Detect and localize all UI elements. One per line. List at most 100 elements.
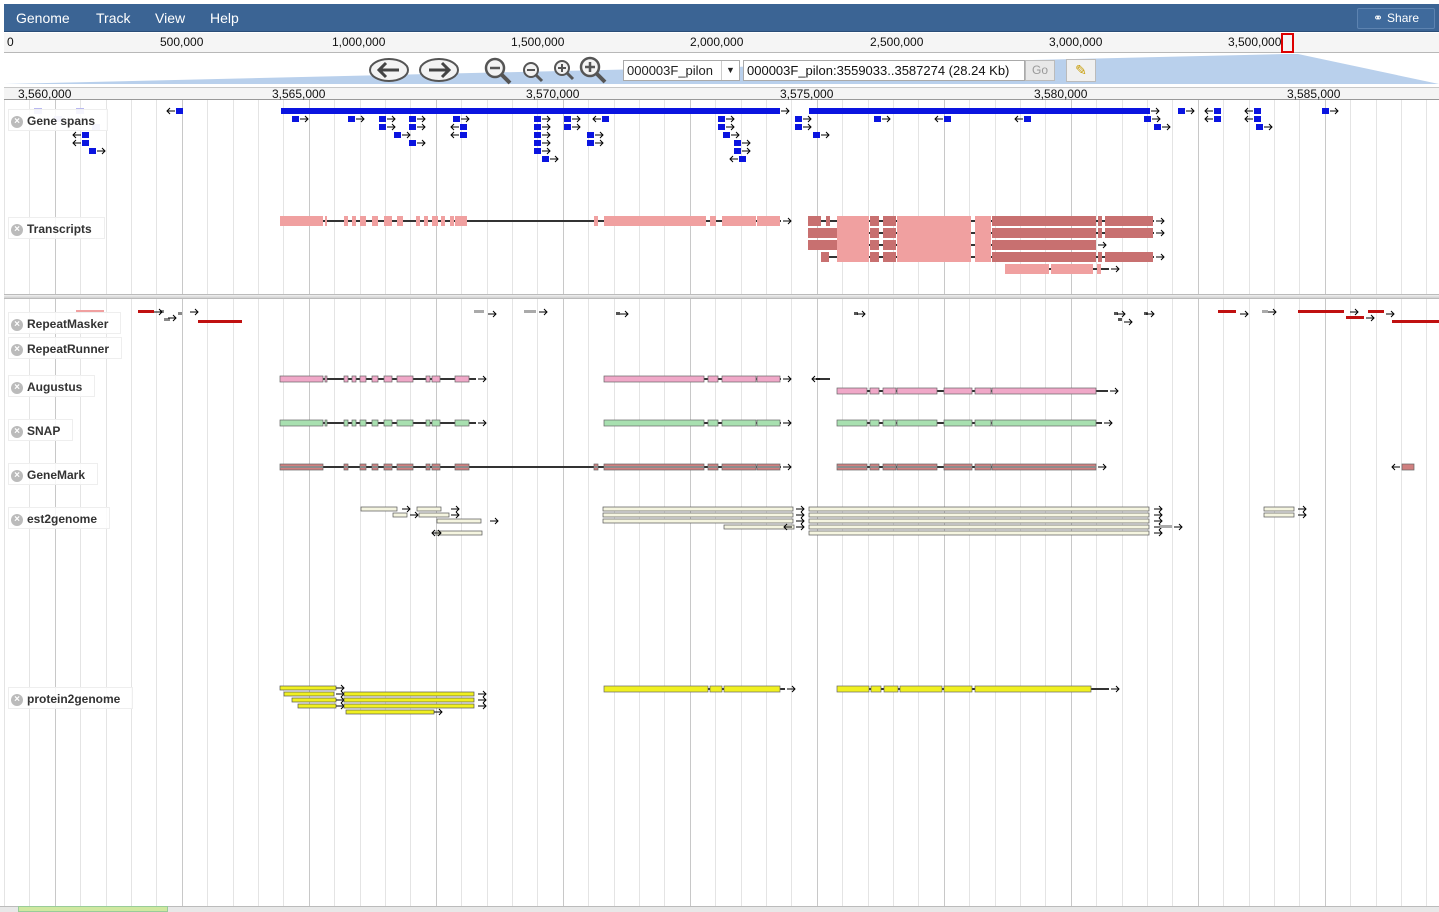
gene-span-block[interactable] [460,124,467,130]
predicted-exon[interactable] [896,419,938,427]
gene-span-block[interactable] [1144,116,1151,122]
gene-span-block[interactable] [874,116,881,122]
transcript-exon[interactable] [883,240,896,250]
repeat-feature[interactable] [178,312,182,315]
predicted-exon-stripe[interactable] [455,466,469,468]
transcript-exon[interactable] [384,216,392,226]
gene-span-block[interactable] [1178,108,1185,114]
transcript-exon[interactable] [450,216,454,226]
repeat-feature[interactable] [1346,316,1364,319]
gene-span-block[interactable] [82,132,89,138]
predicted-exon[interactable] [1401,463,1415,471]
transcript-exon[interactable] [808,216,821,226]
footer-tab[interactable] [18,906,168,912]
predicted-exon[interactable] [383,375,393,383]
predicted-exon-stripe[interactable] [992,466,1096,468]
gene-span-block[interactable] [460,132,467,138]
repeat-feature[interactable] [1118,318,1122,321]
protein-alignment[interactable] [279,685,337,691]
est-alignment[interactable] [808,506,1150,512]
track-genemark[interactable]: × GeneMark [8,463,99,485]
gene-span-block[interactable] [409,116,416,122]
predicted-exon[interactable] [943,387,973,395]
est-alignment[interactable] [808,530,1150,536]
predicted-exon-stripe[interactable] [944,466,972,468]
predicted-exon[interactable] [943,419,973,427]
transcript-exon[interactable] [432,216,438,226]
transcript-exon[interactable] [992,240,1096,250]
repeat-feature[interactable] [524,310,536,313]
est-alignment[interactable] [392,512,408,518]
go-button[interactable]: Go [1025,60,1055,81]
predicted-exon[interactable] [603,685,709,693]
transcript-exon[interactable] [826,216,830,226]
predicted-exon[interactable] [836,685,870,693]
repeat-feature[interactable] [1392,320,1439,323]
gene-span-block[interactable] [409,140,416,146]
gene-span-block[interactable] [394,132,401,138]
est-alignment[interactable] [435,530,483,536]
menu-view[interactable]: View [149,4,191,32]
predicted-exon[interactable] [431,419,441,427]
overview-ruler[interactable]: 0 500,000 1,000,000 1,500,000 2,000,000 … [4,33,1439,53]
gene-span-block[interactable] [1214,108,1221,114]
gene-span[interactable] [281,108,780,114]
repeat-feature[interactable] [138,310,154,313]
predicted-exon[interactable] [870,685,882,693]
gene-span-block[interactable] [1256,124,1263,130]
track-transcripts[interactable]: × Transcripts [8,217,105,239]
transcript-exon[interactable] [837,216,869,262]
highlight-button[interactable]: ✎ [1066,59,1096,82]
transcript-exon[interactable] [897,216,971,262]
repeat-feature[interactable] [1218,310,1236,313]
gene-span-block[interactable] [176,108,183,114]
transcript-exon[interactable] [1098,216,1102,226]
gene-span-block[interactable] [1254,116,1261,122]
predicted-exon[interactable] [721,419,757,427]
protein-alignment[interactable] [343,691,475,697]
predicted-exon[interactable] [991,387,1097,395]
predicted-exon[interactable] [371,419,379,427]
gene-span-block[interactable] [1154,124,1161,130]
transcript-exon[interactable] [1098,228,1102,238]
predicted-exon-stripe[interactable] [384,466,392,468]
pan-right-button[interactable] [418,56,460,84]
predicted-exon[interactable] [371,375,379,383]
transcript-exon[interactable] [1005,264,1049,274]
est-alignment[interactable] [360,506,398,512]
predicted-exon[interactable] [425,419,431,427]
transcript-exon[interactable] [808,228,838,238]
gene-span-block[interactable] [534,148,541,154]
close-icon[interactable]: × [11,116,23,128]
transcript-exon[interactable] [424,216,428,226]
gene-span-block[interactable] [564,124,571,130]
gene-span-block[interactable] [587,132,594,138]
predicted-exon-stripe[interactable] [432,466,440,468]
predicted-exon[interactable] [425,375,431,383]
repeat-feature[interactable] [474,310,484,313]
repeat-feature[interactable] [1368,310,1384,313]
transcript-exon[interactable] [883,252,896,262]
track-area[interactable]: × Gene spans × Transcripts × RepeatMasker ×… [4,100,1439,906]
transcript-exon[interactable] [1105,216,1153,226]
predicted-exon[interactable] [707,419,719,427]
predicted-exon[interactable] [991,419,1097,427]
gene-span-block[interactable] [453,116,460,122]
gene-span-block[interactable] [587,140,594,146]
predicted-exon[interactable] [343,375,349,383]
predicted-exon[interactable] [351,419,357,427]
predicted-exon[interactable] [723,685,781,693]
est-alignment[interactable] [602,518,794,524]
predicted-exon-stripe[interactable] [397,466,413,468]
repeat-feature[interactable] [1262,310,1268,313]
predicted-exon-stripe[interactable] [604,466,704,468]
predicted-exon[interactable] [359,375,367,383]
predicted-exon[interactable] [882,419,897,427]
predicted-exon-stripe[interactable] [975,466,991,468]
predicted-exon-stripe[interactable] [708,466,718,468]
predicted-exon[interactable] [396,419,414,427]
menu-help[interactable]: Help [204,4,245,32]
gene-span-block[interactable] [723,132,730,138]
transcript-exon[interactable] [992,252,1096,262]
protein-alignment[interactable] [343,697,475,703]
